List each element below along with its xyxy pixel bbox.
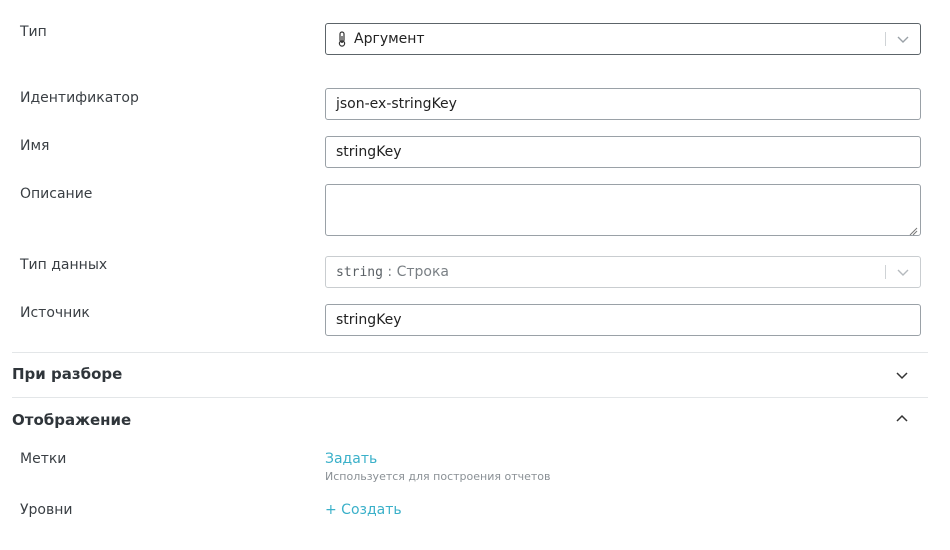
parsing-section-title[interactable]: При разборе <box>12 365 122 383</box>
data-type-separator: : <box>382 264 397 280</box>
select-divider <box>885 265 886 279</box>
chevron-down-icon[interactable] <box>893 367 911 385</box>
data-type-label: Тип данных <box>20 257 108 273</box>
chevron-down-icon <box>896 265 910 279</box>
type-select[interactable]: Аргумент <box>325 23 921 55</box>
levels-label: Уровни <box>20 502 73 518</box>
section-divider <box>12 397 928 398</box>
description-textarea[interactable] <box>325 184 921 236</box>
identifier-input[interactable]: json-ex-stringKey <box>325 88 921 120</box>
levels-create-link[interactable]: + Создать <box>325 502 402 518</box>
chevron-down-icon[interactable] <box>896 32 910 46</box>
tags-hint: Используется для построения отчетов <box>325 470 551 483</box>
source-input-value: stringKey <box>336 312 402 328</box>
source-label: Источник <box>20 305 90 321</box>
name-input-value: stringKey <box>336 144 402 160</box>
type-select-value: Аргумент <box>354 31 425 47</box>
display-section-title[interactable]: Отображение <box>12 411 131 429</box>
name-label: Имя <box>20 138 50 154</box>
chevron-up-icon[interactable] <box>893 410 911 428</box>
source-input[interactable]: stringKey <box>325 304 921 336</box>
identifier-input-value: json-ex-stringKey <box>336 96 457 112</box>
description-label: Описание <box>20 186 93 202</box>
select-divider <box>885 32 886 46</box>
resize-grip-icon[interactable] <box>909 224 918 236</box>
tags-set-link[interactable]: Задать <box>325 451 377 467</box>
data-type-text: Строка <box>396 264 450 280</box>
tags-label: Метки <box>20 451 67 467</box>
thermometer-icon <box>336 31 348 47</box>
data-type-select: string : Строка <box>325 256 921 288</box>
identifier-label: Идентификатор <box>20 90 139 106</box>
data-type-code: string <box>336 264 383 280</box>
type-label: Тип <box>20 24 47 40</box>
name-input[interactable]: stringKey <box>325 136 921 168</box>
section-divider <box>12 352 928 353</box>
